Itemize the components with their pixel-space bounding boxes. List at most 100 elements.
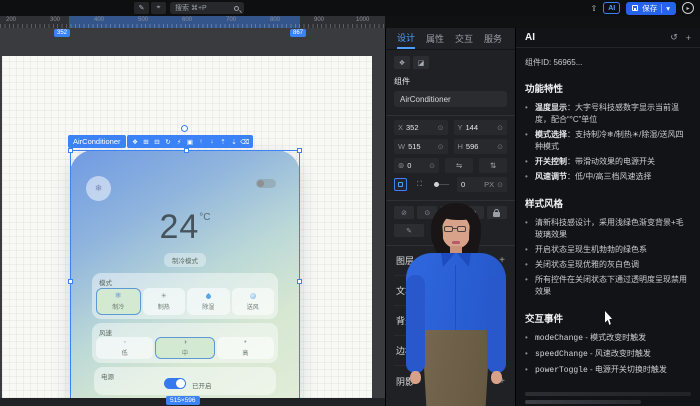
mode-option-dry[interactable]: 除湿 bbox=[187, 288, 230, 315]
width-field[interactable]: W 515 ⊙ bbox=[394, 139, 448, 154]
eye-icon[interactable]: ⊙ bbox=[497, 181, 503, 189]
square-icon bbox=[398, 182, 403, 187]
arrow-up-icon[interactable]: ↑ bbox=[196, 136, 206, 147]
selection-handle[interactable] bbox=[297, 148, 302, 153]
component-id-text: 组件ID: 56965... bbox=[525, 57, 691, 68]
trash-icon[interactable]: ⌫ bbox=[240, 136, 250, 147]
frame-icon[interactable]: ▣ bbox=[185, 136, 195, 147]
mode-option-fan[interactable]: 送风 bbox=[232, 288, 275, 315]
speed-option-label: 高 bbox=[242, 348, 248, 357]
corner-radius-mode-button[interactable] bbox=[394, 178, 407, 191]
save-label: 保存 bbox=[642, 3, 657, 14]
selection-handle[interactable] bbox=[68, 148, 73, 153]
flip-horizontal-button[interactable]: ⇋ bbox=[445, 158, 473, 173]
history-icon[interactable]: ↺ bbox=[670, 32, 678, 43]
search-icon bbox=[234, 6, 239, 11]
eye-icon[interactable]: ⊙ bbox=[497, 143, 503, 151]
ruler-tick-label: 400 bbox=[94, 17, 104, 23]
component-name-input[interactable]: AirConditioner bbox=[394, 91, 507, 107]
y-position-field[interactable]: Y 144 ⊙ bbox=[454, 120, 508, 135]
air-conditioner-card[interactable]: ❄ 24°C 制冷模式 模式 ❄ 制冷 ☀ bbox=[70, 150, 300, 406]
mode-option-label: 送风 bbox=[247, 302, 259, 311]
temperature-value: 24 bbox=[159, 208, 199, 246]
arrow-down-icon[interactable]: ↓ bbox=[207, 136, 217, 147]
corner-radius-field[interactable]: 0 PX ⊙ bbox=[457, 177, 507, 192]
snowflake-chip[interactable]: ❄ bbox=[86, 176, 111, 201]
corner-radius-slider[interactable] bbox=[432, 178, 451, 191]
ruler-tick-label: 700 bbox=[226, 17, 236, 23]
lightning-icon[interactable]: ⚡ bbox=[174, 136, 184, 147]
create-component-button[interactable]: ❖ bbox=[394, 56, 410, 69]
ai-chat-scroll[interactable]: 组件概述 组件ID: 56965... 功能特性 •温度显示：大字号科技感数字显… bbox=[516, 48, 700, 406]
w-value: 515 bbox=[408, 142, 435, 151]
record-button[interactable]: ▸ bbox=[682, 2, 694, 14]
mode-option-cool[interactable]: ❄ 制冷 bbox=[96, 288, 141, 315]
flip-vertical-button[interactable]: ⇅ bbox=[479, 158, 507, 173]
power-section-label: 电源 bbox=[101, 371, 114, 381]
tab-properties[interactable]: 属性 bbox=[426, 28, 444, 49]
tab-interaction[interactable]: 交互 bbox=[455, 28, 473, 49]
rotation-value: 0 bbox=[407, 161, 426, 170]
rotation-field[interactable]: ⊚ 0 ⊙ bbox=[394, 158, 439, 173]
speed-option-low[interactable]: ◦ 低 bbox=[96, 337, 153, 359]
wand-tool-button[interactable]: ⌖ bbox=[151, 2, 166, 14]
presenter-hand-right bbox=[491, 371, 502, 384]
eye-icon[interactable]: ⊙ bbox=[438, 143, 444, 151]
power-toggle[interactable] bbox=[164, 378, 186, 389]
speed-option-high[interactable]: • 高 bbox=[217, 337, 274, 359]
mode-status-badge: 制冷模式 bbox=[164, 253, 206, 267]
radius-value: 0 bbox=[461, 180, 481, 189]
canvas-grid[interactable]: ❄ 24°C 制冷模式 模式 ❄ 制冷 ☀ bbox=[2, 56, 372, 398]
rotation-icon: ⊚ bbox=[398, 161, 404, 170]
eye-icon[interactable]: ⊙ bbox=[438, 124, 444, 132]
height-field[interactable]: H 596 ⊙ bbox=[454, 139, 508, 154]
bring-front-icon[interactable]: ⇡ bbox=[218, 136, 228, 147]
pen-tool-button[interactable]: ✎ bbox=[134, 2, 149, 14]
save-button[interactable]: 保存 ▾ bbox=[626, 2, 676, 15]
slider-knob[interactable] bbox=[434, 182, 439, 187]
component-icon: ❖ bbox=[399, 59, 405, 67]
divider bbox=[386, 115, 515, 116]
save-divider bbox=[661, 4, 662, 13]
tab-design[interactable]: 设计 bbox=[397, 28, 415, 49]
presenter-arm-right bbox=[487, 275, 506, 373]
snowflake-icon: ❄ bbox=[95, 183, 103, 194]
tab-services[interactable]: 服务 bbox=[484, 28, 502, 49]
ruler-tick-label: 200 bbox=[6, 17, 16, 23]
speed-option-medium[interactable]: ◑ 中 bbox=[155, 337, 214, 359]
mode-section-label: 模式 bbox=[99, 277, 112, 287]
independent-corners-button[interactable]: ⛶ bbox=[413, 181, 426, 189]
ruler-tick-label: 900 bbox=[314, 17, 324, 23]
ai-panel-title: AI bbox=[525, 32, 535, 43]
eye-icon[interactable]: ⊙ bbox=[497, 124, 503, 132]
event-item: •modeChange - 模式改变时触发 bbox=[525, 332, 691, 345]
canvas-viewport[interactable]: ❄ 24°C 制冷模式 模式 ❄ 制冷 ☀ bbox=[0, 28, 385, 406]
mode-section: 模式 ❄ 制冷 ☀ 制热 除湿 bbox=[92, 273, 278, 319]
subtract-icon[interactable]: ⊟ bbox=[152, 136, 162, 147]
mode-option-heat[interactable]: ☀ 制热 bbox=[143, 288, 186, 315]
toggle-knob bbox=[176, 379, 185, 388]
rotation-handle[interactable] bbox=[181, 125, 188, 132]
feature-item: •风速调节：低/中/高三档风速选择 bbox=[525, 171, 691, 183]
extra-switch-toggle[interactable] bbox=[256, 179, 276, 188]
style-heading: 样式风格 bbox=[525, 196, 691, 210]
power-status-text: 已开启 bbox=[192, 380, 212, 390]
flip-horizontal-icon: ⇋ bbox=[456, 161, 462, 170]
speed-section-label: 风速 bbox=[99, 327, 112, 337]
ai-toggle-button[interactable]: AI bbox=[603, 2, 620, 14]
power-section: 电源 已开启 bbox=[94, 367, 276, 395]
share-icon[interactable]: ⇧ bbox=[591, 4, 598, 13]
chevron-down-icon[interactable]: ▾ bbox=[666, 4, 670, 13]
new-chat-icon[interactable]: + bbox=[686, 33, 691, 43]
copy-icon[interactable]: ⊞ bbox=[141, 136, 151, 147]
component-icon[interactable]: ❖ bbox=[130, 136, 140, 147]
send-back-icon[interactable]: ⇣ bbox=[229, 136, 239, 147]
instance-button[interactable]: ◪ bbox=[413, 56, 429, 69]
temperature-unit: °C bbox=[199, 212, 210, 223]
refresh-icon[interactable]: ↻ bbox=[163, 136, 173, 147]
presenter-placket bbox=[455, 265, 456, 335]
search-input[interactable]: 搜索 ⌘+P bbox=[170, 2, 244, 14]
x-position-field[interactable]: X 352 ⊙ bbox=[394, 120, 448, 135]
eye-icon[interactable]: ⊙ bbox=[429, 162, 435, 170]
selection-name-chip[interactable]: AirConditioner bbox=[68, 135, 126, 148]
